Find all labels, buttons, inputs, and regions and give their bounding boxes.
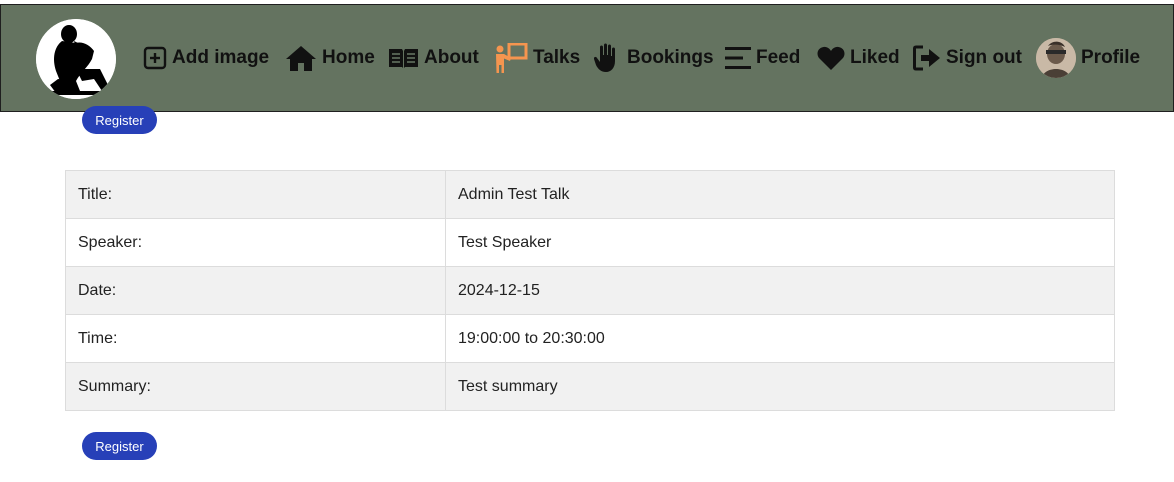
sign-out-icon [913,45,941,71]
nav-profile-label: Profile [1081,47,1141,68]
table-row: Speaker: Test Speaker [65,218,1115,267]
nav-add-image[interactable]: Add image [143,42,269,74]
nav-sign-out-label: Sign out [946,47,1022,68]
nav-feed-label: Feed [756,47,801,68]
speaker-value: Test Speaker [445,218,1115,267]
title-value: Admin Test Talk [445,170,1115,219]
nav-talks[interactable]: Talks [495,42,580,74]
nav-bookings-label: Bookings [627,47,714,68]
time-value: 19:00:00 to 20:30:00 [445,314,1115,363]
thinker-logo[interactable] [36,19,116,99]
summary-value: Test summary [445,362,1115,411]
presenter-icon [495,43,528,73]
feed-lines-icon [725,46,751,70]
summary-label: Summary: [65,362,446,411]
time-label: Time: [65,314,446,363]
nav-feed[interactable]: Feed [725,42,800,74]
register-button-bottom[interactable]: Register [82,432,157,460]
nav-bookings[interactable]: Bookings [594,42,714,74]
register-button-top[interactable]: Register [82,106,157,134]
table-row: Time: 19:00:00 to 20:30:00 [65,314,1115,363]
title-label: Title: [65,170,446,219]
nav-profile[interactable]: Profile [1036,37,1140,79]
avatar [1036,38,1076,78]
nav-about-label: About [424,47,479,68]
top-navbar: Add image Home About Talks Bookings Feed… [0,4,1174,112]
date-value: 2024-12-15 [445,266,1115,315]
nav-about[interactable]: About [388,42,479,74]
nav-liked[interactable]: Liked [817,42,900,74]
table-row: Date: 2024-12-15 [65,266,1115,315]
nav-add-image-label: Add image [172,47,270,68]
date-label: Date: [65,266,446,315]
heart-icon [817,46,845,71]
book-open-icon [388,47,419,69]
nav-sign-out[interactable]: Sign out [913,42,1022,74]
nav-home-label: Home [322,47,375,68]
speaker-label: Speaker: [65,218,446,267]
nav-home[interactable]: Home [285,42,375,74]
table-row: Summary: Test summary [65,362,1115,411]
nav-talks-label: Talks [533,47,581,68]
nav-liked-label: Liked [850,47,900,68]
hand-icon [594,43,622,73]
table-row: Title: Admin Test Talk [65,170,1115,219]
home-icon [285,45,317,71]
talk-details-table: Title: Admin Test Talk Speaker: Test Spe… [65,170,1115,411]
plus-square-icon [143,46,167,70]
